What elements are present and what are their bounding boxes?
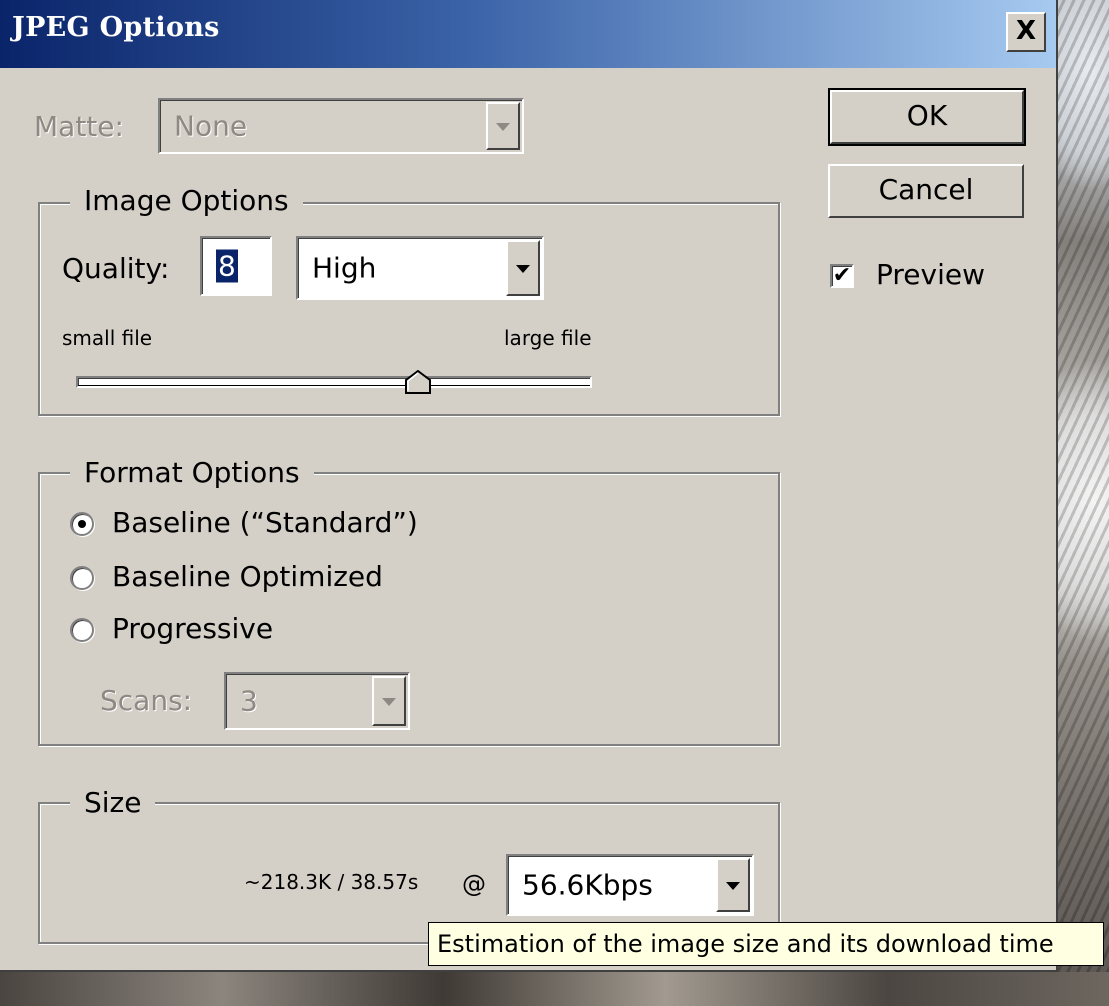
small-file-label: small file — [62, 326, 153, 350]
cancel-button[interactable]: Cancel — [828, 164, 1024, 218]
size-estimate: ~218.3K / 38.57s — [244, 870, 419, 894]
quality-input[interactable]: 8 — [200, 236, 272, 296]
progressive-radio[interactable] — [70, 618, 94, 642]
background-photo-bottom — [0, 972, 1109, 1006]
scans-label: Scans: — [100, 684, 193, 717]
baseline-standard-radio[interactable] — [70, 512, 94, 536]
quality-preset-value: High — [312, 251, 377, 285]
quality-preset-select[interactable]: High — [296, 236, 544, 300]
preview-checkbox[interactable]: ✔ — [830, 264, 854, 288]
jpeg-options-dialog: JPEG Options X Matte: None OK Cancel ✔ P… — [0, 0, 1058, 972]
quality-value: 8 — [216, 249, 238, 283]
preview-label: Preview — [876, 258, 985, 291]
image-options-legend: Image Options — [70, 184, 303, 217]
connection-speed-value: 56.6Kbps — [522, 868, 653, 902]
quality-slider-track[interactable] — [76, 376, 592, 388]
quality-preset-dropdown-arrow-icon[interactable] — [506, 240, 540, 296]
baseline-standard-label: Baseline (“Standard”) — [112, 506, 418, 539]
checkmark-icon: ✔ — [832, 263, 852, 288]
size-legend: Size — [70, 786, 156, 819]
quality-label: Quality: — [62, 252, 170, 285]
matte-label: Matte: — [34, 110, 124, 143]
baseline-optimized-label: Baseline Optimized — [112, 560, 383, 593]
baseline-optimized-radio[interactable] — [70, 566, 94, 590]
scans-dropdown-arrow-icon[interactable] — [372, 676, 406, 726]
matte-value: None — [174, 109, 248, 143]
scans-select[interactable]: 3 — [224, 672, 410, 730]
large-file-label: large file — [504, 326, 592, 350]
scans-value: 3 — [240, 684, 258, 718]
matte-select[interactable]: None — [158, 98, 524, 154]
dialog-title: JPEG Options — [12, 12, 220, 43]
progressive-label: Progressive — [112, 612, 274, 645]
format-options-legend: Format Options — [70, 456, 314, 489]
ok-button[interactable]: OK — [828, 88, 1026, 146]
size-estimate-tooltip: Estimation of the image size and its dow… — [428, 922, 1104, 966]
at-symbol: @ — [462, 870, 486, 898]
quality-slider-thumb[interactable] — [405, 370, 431, 394]
title-bar: JPEG Options X — [0, 0, 1056, 68]
matte-dropdown-arrow-icon[interactable] — [486, 102, 520, 150]
connection-speed-select[interactable]: 56.6Kbps — [506, 854, 754, 916]
close-button[interactable]: X — [1006, 12, 1046, 52]
connection-speed-dropdown-arrow-icon[interactable] — [716, 858, 750, 912]
